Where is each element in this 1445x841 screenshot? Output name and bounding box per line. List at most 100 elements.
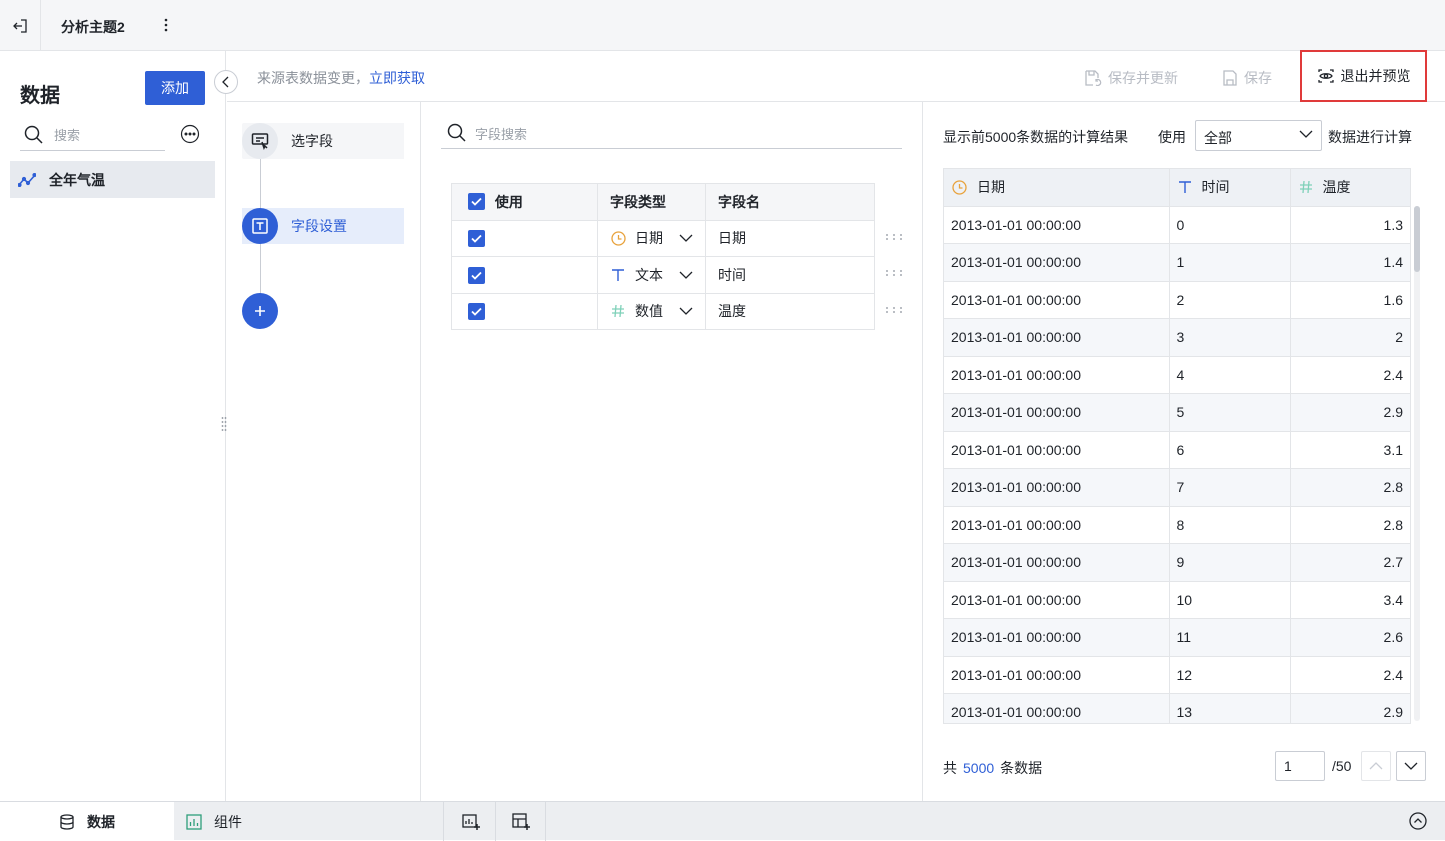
grid-scrollbar-track[interactable] [1414, 206, 1420, 721]
preview-data-grid[interactable]: 日期 时间 温度 2013-01-01 00:00:00 0 1.3 2013-… [943, 168, 1411, 724]
field-search-input[interactable]: 字段搜索 [441, 116, 902, 149]
topic-title[interactable]: 分析主题2 [61, 17, 125, 37]
time-cell: 5 [1169, 393, 1291, 432]
temperature-cell: 1.4 [1290, 243, 1410, 282]
add-dashboard-icon [511, 812, 530, 830]
hash-icon [1299, 181, 1312, 194]
field-type-dropdown[interactable]: 日期 [610, 228, 693, 248]
dataset-search-input[interactable]: 搜索 [20, 120, 165, 151]
select-all-checkbox[interactable] [468, 193, 485, 211]
line-chart-icon [18, 172, 36, 187]
table-row: 2013-01-01 00:00:00 9 2.7 [944, 543, 1410, 582]
source-change-notice: 来源表数据变更，立即获取 [257, 68, 425, 88]
drag-handle-icon [886, 270, 902, 276]
dataset-more-button[interactable] [180, 124, 200, 144]
expand-bottom-bar-button[interactable] [1409, 812, 1427, 830]
text-t-icon [1178, 181, 1191, 194]
edit-toolbar: 来源表数据变更，立即获取 保存并更新 保存 退出并预览 [227, 50, 1445, 102]
temperature-cell: 2.7 [1290, 543, 1410, 582]
table-row: 2013-01-01 00:00:00 4 2.4 [944, 356, 1410, 394]
field-name-cell[interactable]: 时间 [705, 256, 875, 294]
chevron-left-icon [222, 76, 229, 88]
time-cell: 8 [1169, 506, 1291, 544]
chevron-down-icon [679, 234, 693, 243]
date-cell: 2013-01-01 00:00:00 [944, 543, 1170, 582]
field-name-cell[interactable]: 温度 [705, 292, 875, 330]
column-header-temperature[interactable]: 温度 [1290, 169, 1410, 207]
panel-resize-handle[interactable] [221, 416, 227, 432]
date-cell: 2013-01-01 00:00:00 [944, 581, 1170, 619]
use-checkbox[interactable] [468, 303, 485, 321]
table-row: 2013-01-01 00:00:00 8 2.8 [944, 506, 1410, 544]
check-icon [471, 235, 482, 243]
temperature-cell: 2.8 [1290, 506, 1410, 544]
column-header-label: 温度 [1322, 179, 1351, 196]
fetch-now-link[interactable]: 立即获取 [369, 70, 425, 86]
time-cell: 10 [1169, 581, 1291, 619]
temperature-cell: 2.6 [1290, 618, 1410, 657]
save-and-update-button[interactable]: 保存并更新 [1084, 68, 1178, 88]
collapse-panel-button[interactable] [214, 70, 238, 94]
column-header-time[interactable]: 时间 [1169, 169, 1291, 207]
step-label: 字段设置 [291, 218, 347, 234]
total-prefix: 共 [943, 760, 957, 776]
temperature-cell: 2.4 [1290, 656, 1410, 694]
type-cell[interactable]: 日期 [597, 219, 706, 257]
step-field-settings[interactable]: 字段设置 [242, 208, 404, 244]
step-select-fields[interactable]: 选字段 [242, 123, 404, 159]
tab-data[interactable]: 数据 [0, 802, 174, 841]
drag-handle-icon [886, 234, 902, 240]
table-row: 2013-01-01 00:00:00 12 2.4 [944, 656, 1410, 694]
save-button[interactable]: 保存 [1222, 68, 1272, 88]
bottom-bar: 数据 组件 [0, 801, 1445, 841]
row-drag-handle[interactable] [885, 233, 903, 241]
table-row: 2013-01-01 00:00:00 10 3.4 [944, 581, 1410, 619]
exit-and-preview-button[interactable]: 退出并预览 [1300, 50, 1427, 102]
search-icon [447, 123, 466, 142]
add-dashboard-button[interactable] [496, 802, 546, 841]
preview-description: 显示前5000条数据的计算结果 [943, 129, 1129, 145]
column-header-label: 时间 [1201, 179, 1230, 196]
tab-widget[interactable]: 组件 [174, 802, 444, 841]
name-column-header: 字段名 [705, 183, 875, 221]
type-column-header: 字段类型 [597, 183, 706, 221]
table-row: 2013-01-01 00:00:00 13 2.9 [944, 693, 1410, 723]
top-bar: 分析主题2 [0, 0, 1445, 51]
field-name-cell[interactable]: 日期 [705, 219, 875, 257]
previous-page-button[interactable] [1361, 751, 1391, 781]
page-number-input[interactable]: 1 [1275, 751, 1325, 781]
table-row: 2013-01-01 00:00:00 0 1.3 [944, 206, 1410, 244]
chevron-up-icon [1369, 762, 1383, 770]
add-dataset-button[interactable]: 添加 [145, 71, 205, 105]
date-cell: 2013-01-01 00:00:00 [944, 656, 1170, 694]
calc-scope-select[interactable]: 全部 [1195, 120, 1322, 151]
time-cell: 12 [1169, 656, 1291, 694]
use-checkbox[interactable] [468, 266, 485, 284]
add-widget-icon [461, 813, 480, 830]
column-header-date[interactable]: 日期 [944, 169, 1170, 207]
add-step-button[interactable] [242, 293, 278, 329]
grid-scrollbar-thumb[interactable] [1414, 206, 1420, 272]
notice-text: 来源表数据变更， [257, 70, 369, 86]
topic-more-button[interactable] [158, 15, 174, 35]
field-type-label: 文本 [635, 266, 663, 283]
add-widget-button[interactable] [446, 802, 496, 841]
chevron-down-icon [1299, 130, 1313, 138]
next-page-button[interactable] [1396, 751, 1426, 781]
temperature-cell: 2 [1290, 318, 1410, 357]
temperature-cell: 1.6 [1290, 281, 1410, 319]
field-type-dropdown[interactable]: 文本 [610, 265, 693, 285]
use-cell [451, 256, 598, 294]
exit-topic-button[interactable] [0, 0, 41, 51]
dataset-item[interactable]: 全年气温 [10, 161, 215, 198]
table-row: 2013-01-01 00:00:00 1 1.4 [944, 243, 1410, 282]
field-type-dropdown[interactable]: 数值 [610, 301, 693, 321]
use-checkbox[interactable] [468, 230, 485, 248]
use-header-label: 使用 [494, 193, 523, 210]
type-cell[interactable]: 数值 [597, 292, 706, 330]
type-cell[interactable]: 文本 [597, 256, 706, 294]
row-drag-handle[interactable] [885, 306, 903, 314]
row-drag-handle[interactable] [885, 269, 903, 277]
table-row: 2013-01-01 00:00:00 2 1.6 [944, 281, 1410, 319]
calc-scope-value: 全部 [1204, 130, 1232, 146]
